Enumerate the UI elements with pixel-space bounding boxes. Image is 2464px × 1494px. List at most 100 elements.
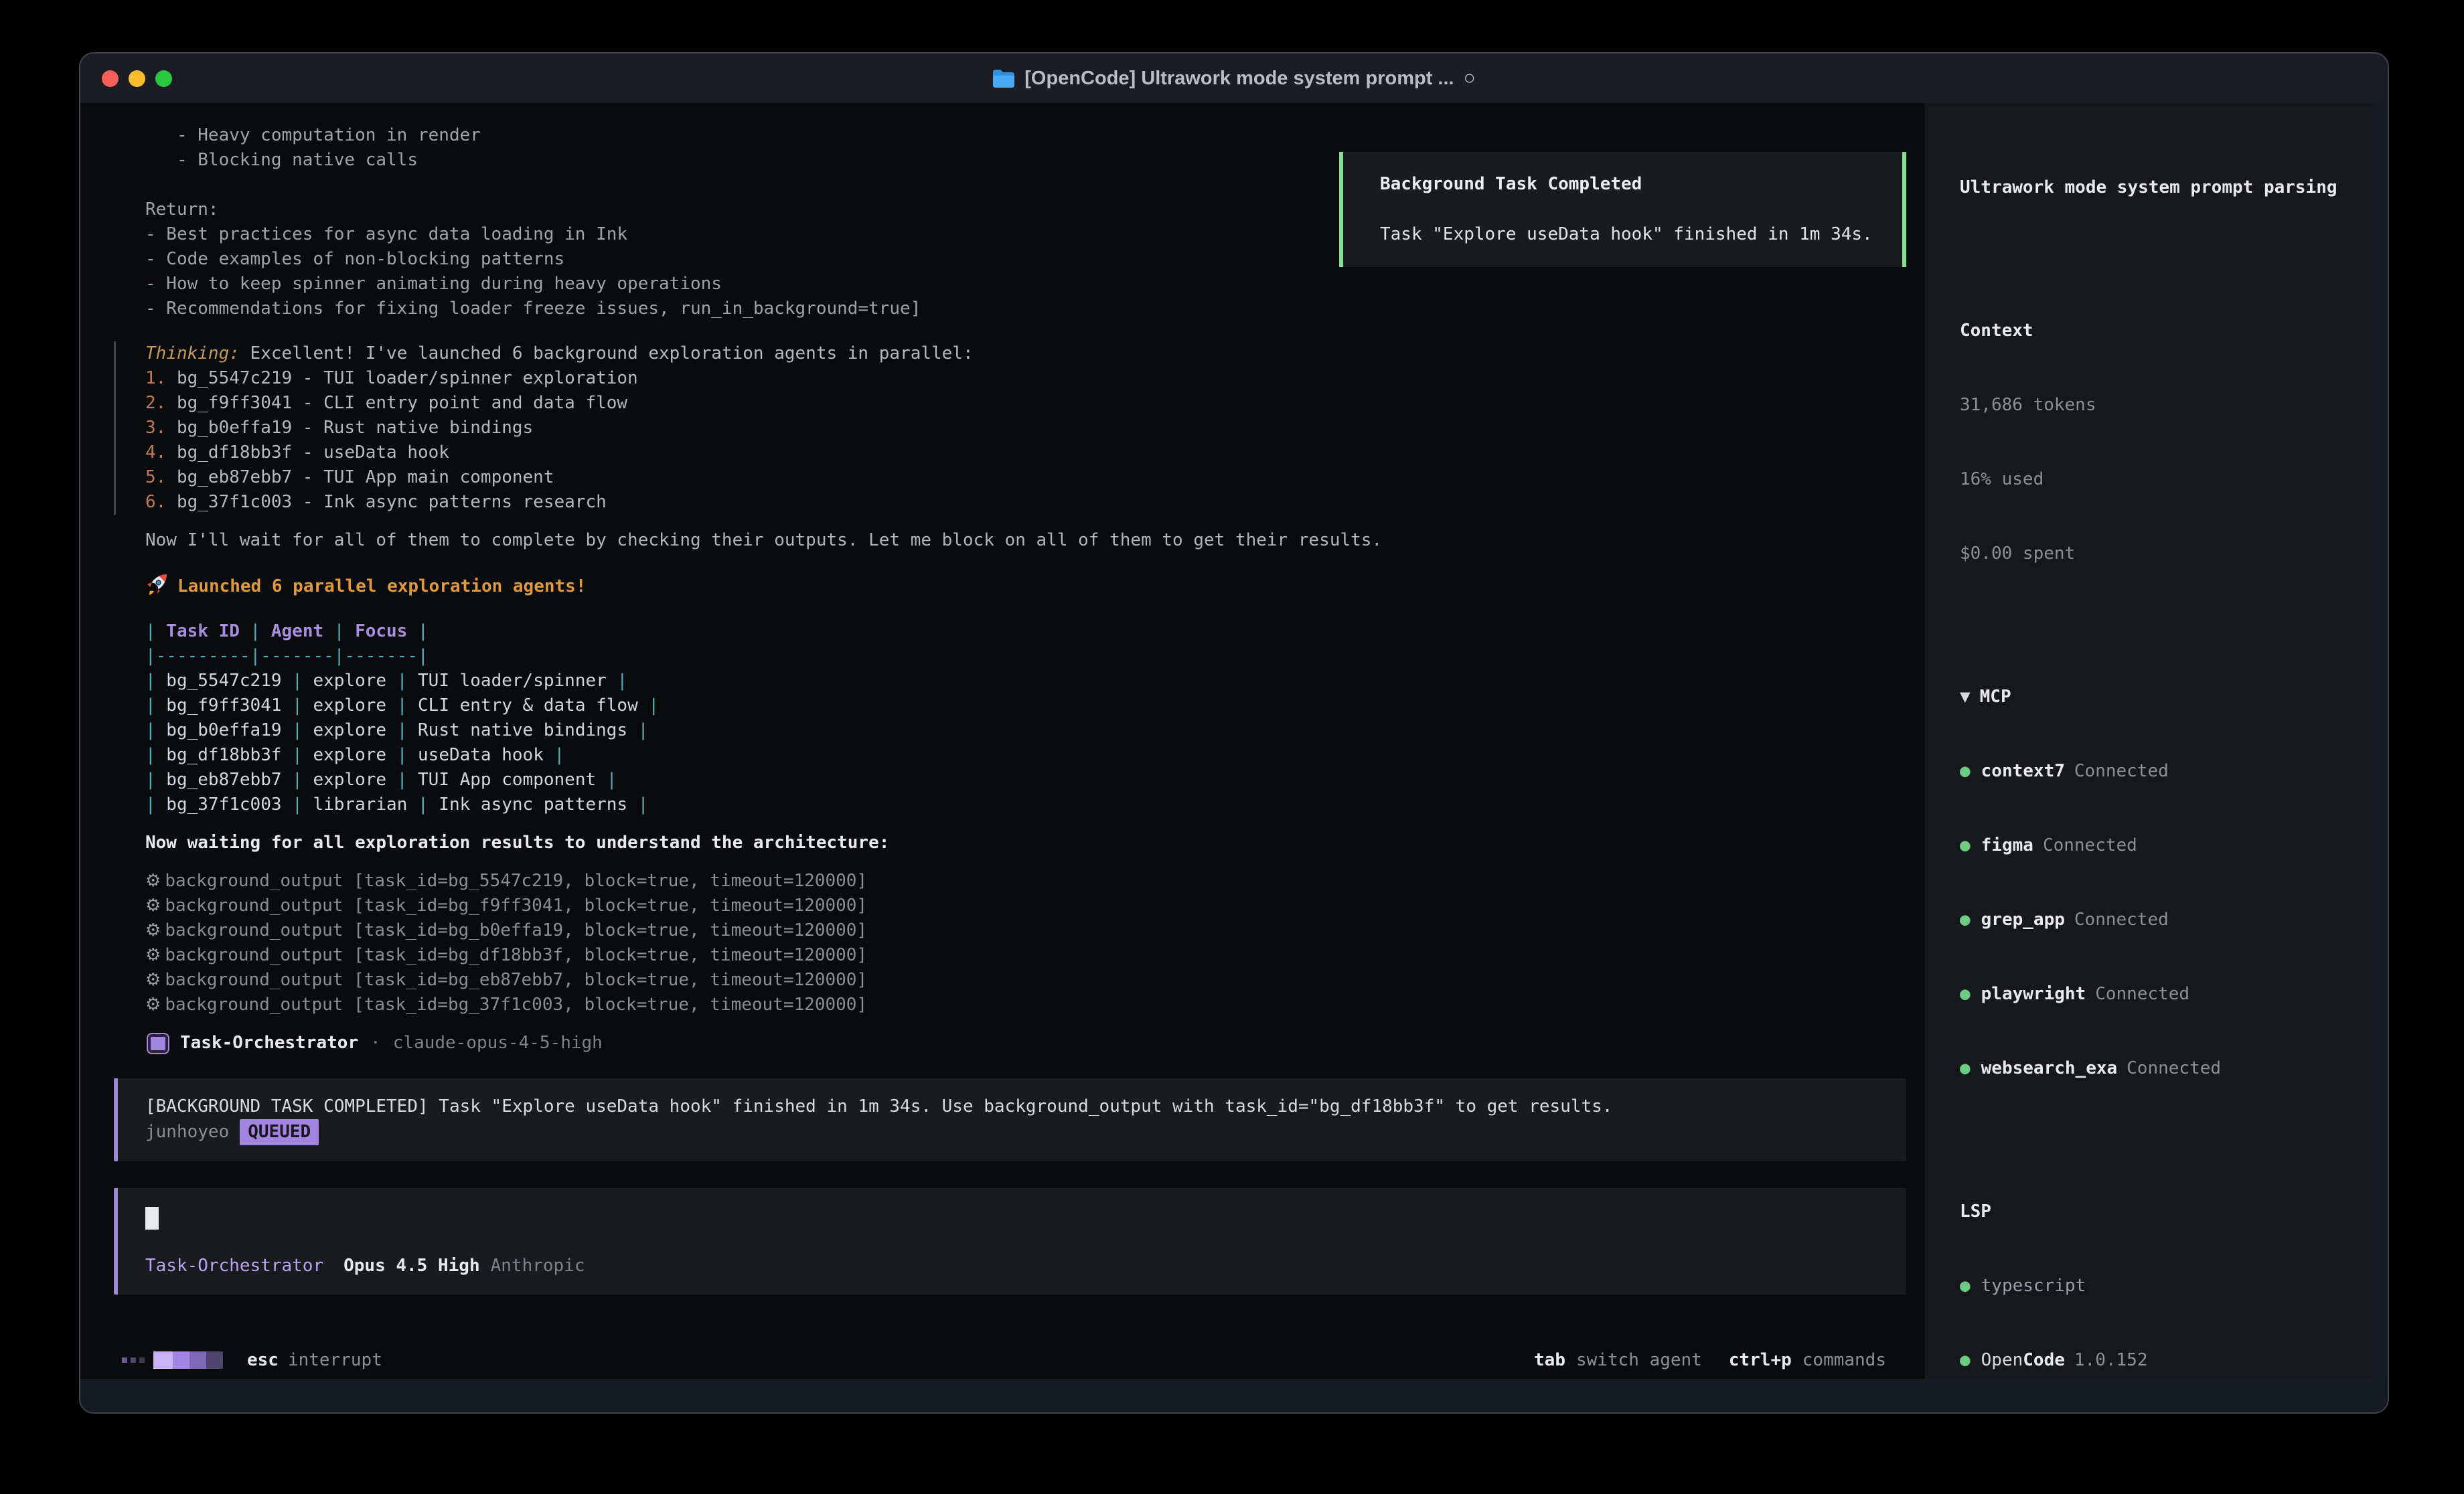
activity-indicator-icon: ○ (1464, 67, 1476, 90)
table-row: | bg_b0effa19 | explore | Rust native bi… (145, 718, 1906, 743)
tool-call-line: ⚙background_output [task_id=bg_eb87ebb7,… (145, 968, 1906, 993)
agent-name: Task-Orchestrator (180, 1031, 358, 1056)
status-badge: QUEUED (240, 1119, 319, 1145)
model-provider: Anthropic (491, 1254, 585, 1278)
mcp-item: ●grep_appConnected (1960, 908, 2354, 932)
message-meta: junhoyeo QUEUED (145, 1119, 1879, 1145)
context-spent: $0.00 spent (1960, 542, 2354, 566)
folder-icon (992, 68, 1015, 88)
ctrlp-key-hint: ctrl+p (1729, 1350, 1792, 1370)
chat-main-pane: - Heavy computation in render - Blocking… (80, 103, 1925, 1379)
notification-title: Background Task Completed (1380, 172, 1902, 197)
list-item: 3. bg_b0effa19 - Rust native bindings (145, 416, 1906, 440)
toast-notification[interactable]: Background Task Completed Task "Explore … (1339, 152, 1906, 267)
transcript-line: Now I'll wait for all of them to complet… (145, 528, 1906, 553)
zoom-button[interactable] (155, 70, 172, 87)
username: junhoyeo (145, 1122, 229, 1142)
tool-call-line: ⚙background_output [task_id=bg_f9ff3041,… (145, 894, 1906, 918)
close-button[interactable] (102, 70, 119, 87)
prompt-input[interactable]: Task-Orchestrator Opus 4.5 High Anthropi… (114, 1188, 1906, 1295)
gear-icon: ⚙ (145, 896, 161, 916)
transcript-line: - How to keep spinner animating during h… (145, 272, 1906, 297)
table-row: | bg_f9ff3041 | explore | CLI entry & da… (145, 693, 1906, 718)
background-task-message: [BACKGROUND TASK COMPLETED] Task "Explor… (114, 1078, 1906, 1161)
mcp-item: ●context7Connected (1960, 759, 2354, 784)
app-version: 1.0.152 (2074, 1348, 2148, 1373)
window-title: [OpenCode] Ultrawork mode system prompt … (80, 54, 2388, 103)
transcript-line: Now waiting for all exploration results … (145, 831, 1906, 855)
table-header-row: | Task ID | Agent | Focus | (145, 619, 1906, 644)
mcp-section-header[interactable]: ▼MCP (1960, 685, 2354, 710)
tool-call-line: ⚙background_output [task_id=bg_b0effa19,… (145, 918, 1906, 943)
status-dot-icon: ● (1960, 1348, 1971, 1373)
transcript-line: - Recommendations for fixing loader free… (145, 297, 1906, 321)
list-item: 5. bg_eb87ebb7 - TUI App main component (145, 465, 1906, 490)
transcript-line: - Heavy computation in render (145, 123, 1906, 148)
title-bar[interactable]: [OpenCode] Ultrawork mode system prompt … (80, 54, 2388, 103)
table-row: | bg_df18bb3f | explore | useData hook | (145, 743, 1906, 768)
lsp-item: ●typescript (1960, 1274, 2354, 1299)
status-bar: esc interrupt tab switch agent ctrl+p co… (80, 1341, 1925, 1379)
window-title-text: [OpenCode] Ultrawork mode system prompt … (1024, 68, 1454, 90)
ctrlp-key-label: commands (1802, 1350, 1886, 1370)
table-row: | bg_37f1c003 | librarian | Ink async pa… (145, 793, 1906, 817)
tab-key-hint: tab (1534, 1350, 1565, 1370)
status-dot-icon: ● (1960, 1058, 1971, 1078)
agent-model: claude-opus-4-5-high (393, 1031, 603, 1056)
list-item: 1. bg_5547c219 - TUI loader/spinner expl… (145, 366, 1906, 391)
tool-call-line: ⚙background_output [task_id=bg_37f1c003,… (145, 993, 1906, 1017)
active-model[interactable]: Opus 4.5 High (343, 1254, 480, 1278)
tool-call-line: ⚙background_output [task_id=bg_5547c219,… (145, 869, 1906, 894)
mcp-item: ●figmaConnected (1960, 833, 2354, 858)
window-padding-strip (2374, 103, 2388, 1379)
context-used: 16% used (1960, 467, 2354, 492)
gear-icon: ⚙ (145, 970, 161, 990)
minimize-button[interactable] (129, 70, 145, 87)
gear-icon: ⚙ (145, 945, 161, 965)
table-row: | bg_eb87ebb7 | explore | TUI App compon… (145, 768, 1906, 793)
esc-key-hint: esc (247, 1350, 279, 1370)
mcp-item: ●playwrightConnected (1960, 982, 2354, 1007)
gear-icon: ⚙ (145, 920, 161, 940)
thinking-line: Thinking: Excellent! I've launched 6 bac… (145, 341, 1906, 366)
mcp-item: ●websearch_exaConnected (1960, 1056, 2354, 1081)
status-dot-icon: ● (1960, 761, 1971, 781)
table-separator-row: |---------|-------|-------| (145, 644, 1906, 669)
thinking-label: Thinking: (145, 343, 240, 363)
status-dot-icon: ● (1960, 835, 1971, 855)
launched-line: Launched 6 parallel exploration agents! (145, 573, 1906, 599)
lsp-heading: LSP (1960, 1199, 2354, 1224)
status-dot-icon: ● (1960, 1276, 1971, 1296)
input-footer: Task-Orchestrator Opus 4.5 High Anthropi… (145, 1254, 1879, 1278)
context-tokens: 31,686 tokens (1960, 393, 2354, 418)
session-title: Ultrawork mode system prompt parsing (1960, 175, 2354, 200)
list-item: 2. bg_f9ff3041 - CLI entry point and dat… (145, 391, 1906, 416)
rocket-icon (145, 573, 168, 596)
thinking-block: Thinking: Excellent! I've launched 6 bac… (114, 341, 1906, 515)
active-agent-name[interactable]: Task-Orchestrator (145, 1254, 323, 1278)
app-version-footer: ● OpenCode 1.0.152 (1925, 1341, 2374, 1379)
text-cursor (145, 1207, 159, 1230)
sidebar: Ultrawork mode system prompt parsing Con… (1925, 103, 2374, 1379)
list-item: 6. bg_37f1c003 - Ink async patterns rese… (145, 490, 1906, 515)
status-dot-icon: ● (1960, 984, 1971, 1004)
progress-spinner (122, 1351, 223, 1369)
agent-icon (148, 1034, 168, 1053)
message-text: [BACKGROUND TASK COMPLETED] Task "Explor… (145, 1094, 1879, 1119)
notification-body: Task "Explore useData hook" finished in … (1380, 222, 1902, 247)
tab-key-label: switch agent (1576, 1350, 1702, 1370)
transcript[interactable]: - Heavy computation in render - Blocking… (80, 103, 1925, 1341)
chevron-down-icon: ▼ (1960, 687, 1971, 707)
traffic-lights (80, 70, 172, 87)
list-item: 4. bg_df18bb3f - useData hook (145, 440, 1906, 465)
agent-header: Task-Orchestrator · claude-opus-4-5-high (145, 1031, 1906, 1056)
terminal-window: [OpenCode] Ultrawork mode system prompt … (79, 52, 2389, 1414)
context-heading: Context (1960, 319, 2354, 343)
sidebar-content[interactable]: Ultrawork mode system prompt parsing Con… (1925, 103, 2374, 1341)
app-name: Open (1981, 1348, 2023, 1373)
tool-call-line: ⚙background_output [task_id=bg_df18bb3f,… (145, 943, 1906, 968)
esc-key-label: interrupt (288, 1350, 382, 1370)
window-bottom-strip (80, 1379, 2388, 1412)
gear-icon: ⚙ (145, 995, 161, 1015)
table-row: | bg_5547c219 | explore | TUI loader/spi… (145, 669, 1906, 693)
